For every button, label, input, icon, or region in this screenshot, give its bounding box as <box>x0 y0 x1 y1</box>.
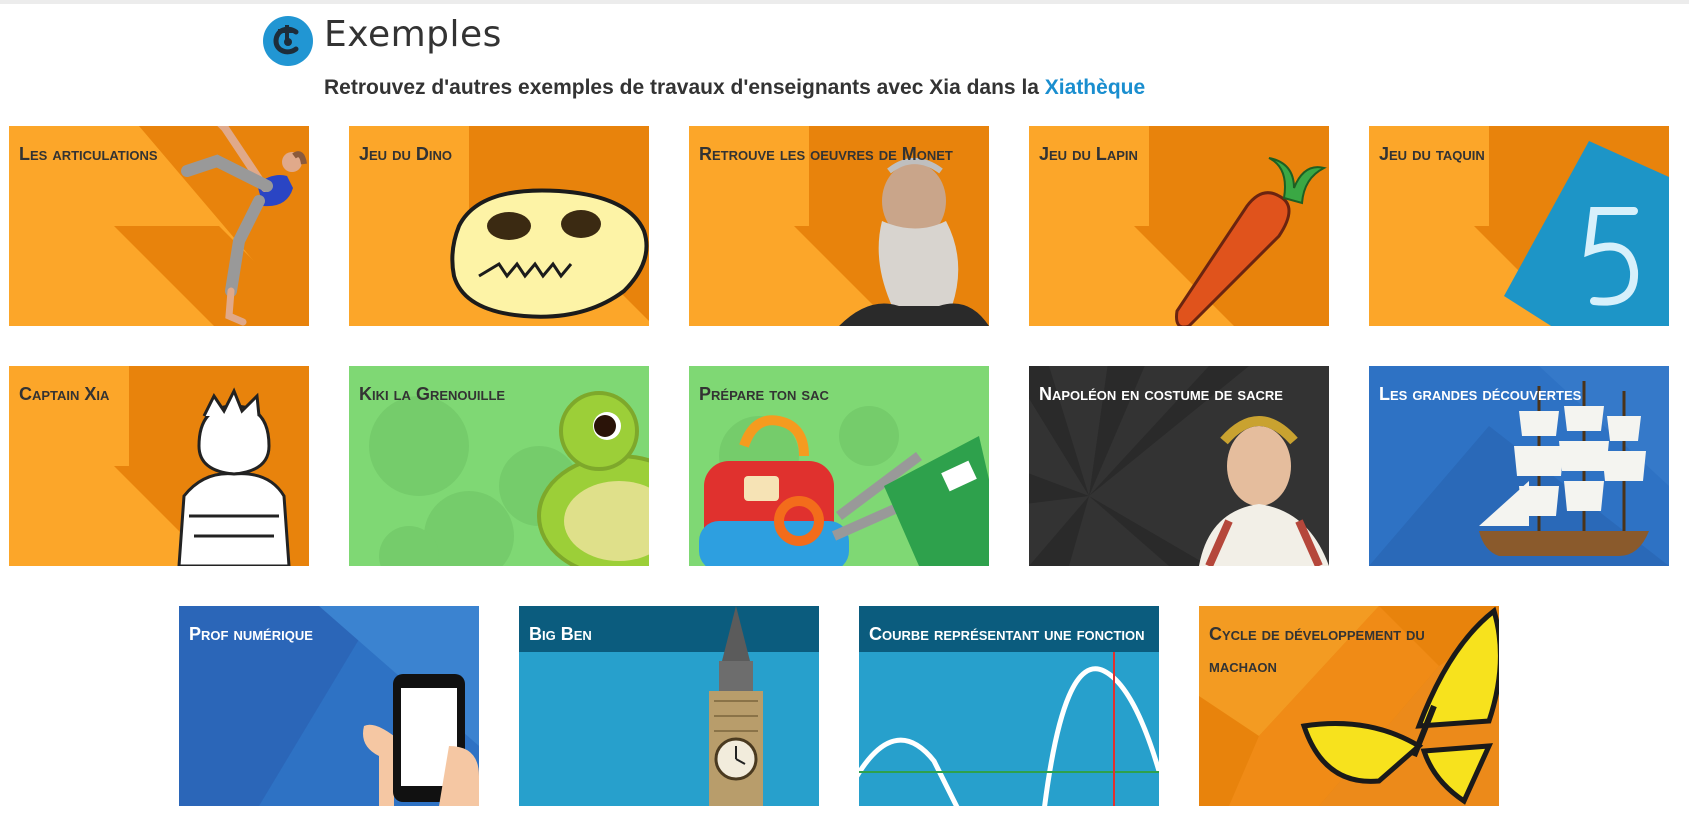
card-title: Prépare ton sac <box>699 384 829 404</box>
card-title: Cycle de développement du machaon <box>1209 624 1425 676</box>
card-title: Kiki la Grenouille <box>359 384 506 404</box>
card-title: Prof numérique <box>189 624 313 644</box>
card-title: Big Ben <box>529 624 592 644</box>
card-title: Jeu du taquin <box>1379 144 1485 164</box>
example-card-big-ben[interactable]: Big Ben <box>519 606 819 806</box>
page-header: Exemples <box>262 14 502 68</box>
example-card-prepare-sac[interactable]: Prépare ton sac <box>689 366 989 566</box>
example-card-prof-numerique[interactable]: Prof numérique <box>179 606 479 806</box>
card-title: Les grandes découvertes <box>1379 384 1582 404</box>
card-title: Retrouve les oeuvres de Monet <box>699 144 953 164</box>
example-card-taquin[interactable]: Jeu du taquin <box>1369 126 1669 326</box>
card-title: Jeu du Lapin <box>1039 144 1138 164</box>
example-card-courbe-fonction[interactable]: Courbe représentant une fonction <box>859 606 1159 806</box>
page-subtitle: Retrouvez d'autres exemples de travaux d… <box>324 76 1145 100</box>
top-border <box>0 0 1689 4</box>
example-card-napoleon[interactable]: Napoléon en costume de sacre <box>1029 366 1329 566</box>
card-title: Jeu du Dino <box>359 144 452 164</box>
example-card-grandes-decouvertes[interactable]: Les grandes découvertes <box>1369 366 1669 566</box>
xiatheque-link[interactable]: Xiathèque <box>1045 76 1145 99</box>
card-title: Napoléon en costume de sacre <box>1039 384 1283 404</box>
subtitle-text: Retrouvez d'autres exemples de travaux d… <box>324 76 1045 99</box>
card-title: Les articulations <box>19 144 158 164</box>
xia-logo-icon <box>263 16 313 66</box>
example-card-monet[interactable]: Retrouve les oeuvres de Monet <box>689 126 989 326</box>
card-title: Courbe représentant une fonction <box>869 624 1145 644</box>
example-card-lapin[interactable]: Jeu du Lapin <box>1029 126 1329 326</box>
example-card-captain-xia[interactable]: Captain Xia <box>9 366 309 566</box>
example-card-dino[interactable]: Jeu du Dino <box>349 126 649 326</box>
page-title: Exemples <box>324 13 502 55</box>
card-title: Captain Xia <box>19 384 110 404</box>
example-card-articulations[interactable]: Les articulations <box>9 126 309 326</box>
example-card-machaon[interactable]: Cycle de développement du machaon <box>1199 606 1499 806</box>
example-card-kiki[interactable]: Kiki la Grenouille <box>349 366 649 566</box>
